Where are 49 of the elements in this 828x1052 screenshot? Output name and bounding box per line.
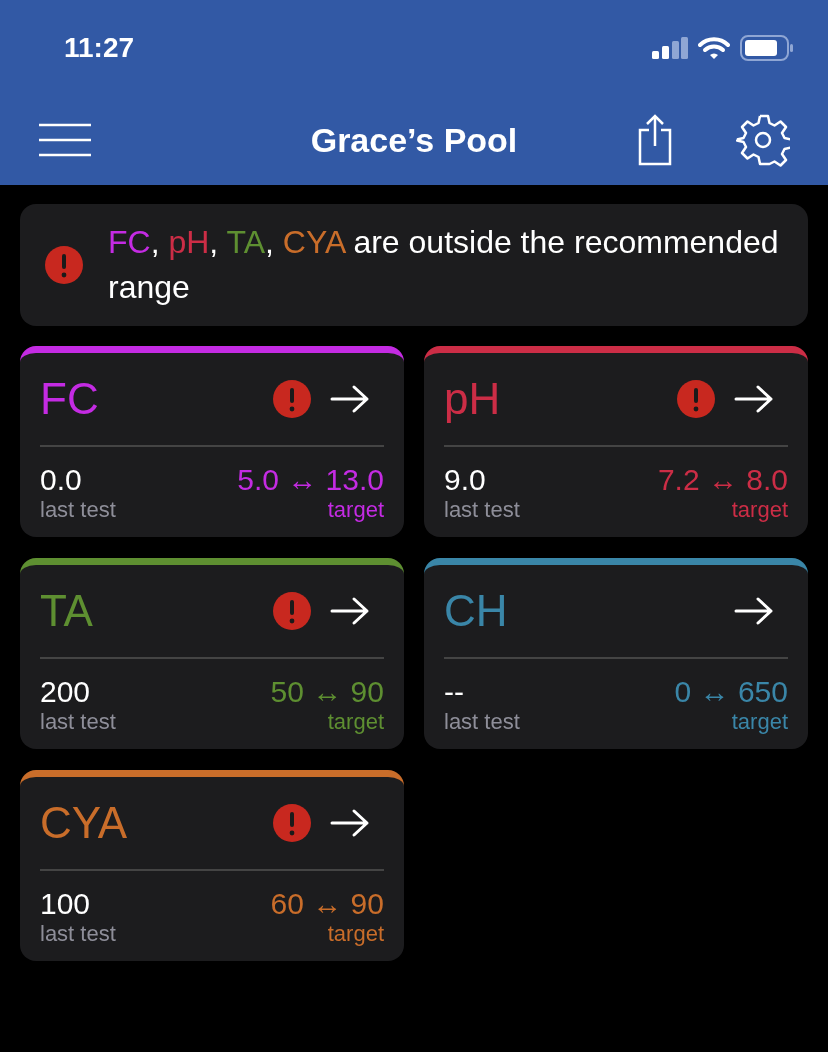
last-test-value: 0.0 [40,463,83,497]
last-test-label: last test [40,709,116,735]
chemical-card[interactable]: CH -- last test 0 ↔ 650 target [424,558,808,749]
target-range: 50 ↔ 90 [270,675,384,709]
arrow-icon[interactable] [734,596,774,626]
nav-title: Grace’s Pool [310,120,518,159]
alert-icon [272,803,312,843]
wifi-icon [698,35,730,60]
last-test-value: -- [444,675,465,709]
chemical-card[interactable]: CYA 100 last test 60 ↔ 90 target [20,770,404,961]
alert-message: FC, pH, TA, CYA are outside the recommended range [108,223,780,307]
chemical-card[interactable]: pH 9.0 last test 7.2 ↔ 8.0 target [424,346,808,537]
target-range: 60 ↔ 90 [270,887,384,921]
card-title: FC [40,374,100,424]
target-range: 5.0 ↔ 13.0 [237,463,384,497]
alert-icon [44,245,84,285]
battery-icon [740,34,794,61]
status-time: 11:27 [64,31,135,64]
target-range: 7.2 ↔ 8.0 [657,463,788,497]
arrow-icon[interactable] [330,808,370,838]
target-label: target [731,709,788,735]
target-label: target [731,497,788,523]
card-title: pH [444,374,502,424]
last-test-label: last test [40,497,116,523]
alert-icon [272,591,312,631]
last-test-value: 200 [40,675,92,709]
card-title: CYA [40,798,129,848]
target-range: 0 ↔ 650 [674,675,788,709]
last-test-label: last test [444,497,520,523]
last-test-value: 9.0 [444,463,487,497]
menu-button[interactable] [38,123,92,157]
target-label: target [327,497,384,523]
alert-icon [272,379,312,419]
arrow-icon[interactable] [330,596,370,626]
chemical-card[interactable]: FC 0.0 last test 5.0 ↔ 13.0 target [20,346,404,537]
card-title: TA [40,586,94,636]
chemical-card[interactable]: TA 200 last test 50 ↔ 90 target [20,558,404,749]
alert-icon [676,379,716,419]
card-title: CH [444,586,509,636]
settings-button[interactable] [736,113,790,167]
share-button[interactable] [638,114,672,166]
arrow-icon[interactable] [330,384,370,414]
last-test-label: last test [444,709,520,735]
last-test-value: 100 [40,887,92,921]
signal-icon [652,36,688,59]
arrow-icon[interactable] [734,384,774,414]
target-label: target [327,921,384,947]
last-test-label: last test [40,921,116,947]
target-label: target [327,709,384,735]
